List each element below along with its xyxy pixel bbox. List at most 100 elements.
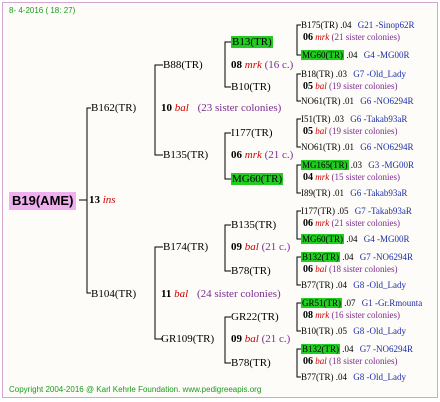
root-queen[interactable]: B19(AME)	[9, 192, 77, 210]
gen4-entry[interactable]: MG60(TR) .04 G4 -MG00R	[301, 49, 410, 61]
gen4-entry[interactable]: B10(TR) .05 G8 -Old_Lady	[301, 325, 406, 337]
gen4-sister-info: 06 bal (18 sister colonies)	[303, 355, 398, 368]
gen2-info: 09 bal (21 c.)	[231, 241, 290, 253]
gen4-sister-info: 05 bal (19 sister colonies)	[303, 80, 398, 93]
gen4-entry[interactable]: I89(TR) .01 G6 -Takab93aR	[301, 187, 407, 199]
gen4-name: NO61(TR)	[301, 96, 341, 106]
gen4-sister-info: 06 mrk (21 sister colonies)	[303, 31, 400, 44]
gen4-year: .04	[346, 234, 358, 244]
gen3-name[interactable]: GR22(TR)	[231, 311, 279, 323]
gen4-year: .01	[342, 96, 354, 106]
gen4-line: G8 -Old_Lady	[353, 372, 406, 382]
gen4-line: G6 -NO6294R	[360, 142, 414, 152]
pedigree-canvas: 8- 4-2016 ( 18: 27) B19(AME) 13 ins B162…	[2, 2, 438, 398]
gen4-number: 05	[303, 126, 313, 137]
gen3-name[interactable]: B10(TR)	[231, 81, 271, 93]
gen4-entry[interactable]: B18(TR) .03 G7 -Old_Lady	[301, 68, 406, 80]
gen2-info: 08 mrk (16 c.)	[231, 59, 293, 71]
gen4-entry[interactable]: I51(TR) .03 G6 -Takab93aR	[301, 113, 407, 125]
gen2-sisters: (21 c.)	[261, 333, 291, 345]
gen1-type: bal	[174, 102, 189, 114]
gen4-line: G21 -Sinop62R	[357, 20, 415, 30]
root-number: 13	[89, 194, 100, 206]
gen3-name[interactable]: B78(TR)	[231, 357, 271, 369]
gen2-sisters: (21 c.)	[264, 149, 294, 161]
gen4-entry[interactable]: B77(TR) .04 G8 -Old_Lady	[301, 371, 406, 383]
gen4-name: B132(TR)	[301, 252, 340, 262]
gen4-entry[interactable]: B175(TR) .04 G21 -Sinop62R	[301, 19, 415, 31]
gen4-line: G7 -NO6294R	[359, 252, 413, 262]
gen3-name[interactable]: B13(TR)	[231, 36, 273, 48]
gen2-type: mrk	[244, 149, 262, 161]
gen4-sister-info: 08 mrk (16 sister colonies)	[303, 309, 400, 322]
gen4-number: 04	[303, 172, 313, 183]
gen4-line: G7 -Old_Lady	[353, 69, 406, 79]
gen4-line: G3 -MG00R	[368, 160, 415, 170]
gen4-name: B77(TR)	[301, 372, 334, 382]
gen4-line: G8 -Old_Lady	[353, 280, 406, 290]
gen4-entry[interactable]: MG165(TR) .03 G3 -MG00R	[301, 159, 414, 171]
gen4-name: GR51(TR)	[301, 298, 342, 308]
gen4-sister-info: 04 mrk (15 sister colonies)	[303, 171, 400, 184]
root-info: 13 ins	[89, 194, 116, 206]
gen4-number: 05	[303, 81, 313, 92]
gen4-line: G6 -NO6294R	[360, 96, 414, 106]
gen3-name[interactable]: MG60(TR)	[231, 173, 284, 185]
gen4-year: .07	[344, 298, 356, 308]
gen4-sisters: (18 sister colonies)	[329, 264, 398, 274]
gen4-type: mrk	[315, 218, 330, 228]
gen4-entry[interactable]: MG60(TR) .04 G4 -MG00R	[301, 233, 410, 245]
gen4-year: .05	[337, 206, 349, 216]
gen4-entry[interactable]: NO61(TR) .01 G6 -NO6294R	[301, 141, 414, 153]
gen4-sisters: (19 sister colonies)	[329, 81, 398, 91]
gen4-entry[interactable]: B77(TR) .04 G8 -Old_Lady	[301, 279, 406, 291]
gen4-name: B18(TR)	[301, 69, 334, 79]
gen1-number: 10	[161, 102, 172, 114]
gen4-entry[interactable]: B132(TR) .04 G7 -NO6294R	[301, 343, 413, 355]
gen3-name[interactable]: B135(TR)	[231, 219, 276, 231]
gen4-entry[interactable]: B132(TR) .04 G7 -NO6294R	[301, 251, 413, 263]
gen2-name[interactable]: B135(TR)	[163, 149, 208, 161]
gen4-name: B175(TR)	[301, 20, 338, 30]
gen4-year: .04	[346, 50, 358, 60]
gen2-name[interactable]: B174(TR)	[163, 241, 208, 253]
gen4-entry[interactable]: I177(TR) .05 G7 -Takab93aR	[301, 205, 412, 217]
root-type: ins	[102, 194, 116, 206]
gen4-sisters: (19 sister colonies)	[329, 126, 398, 136]
gen4-number: 08	[303, 310, 313, 321]
gen4-name: B10(TR)	[301, 326, 334, 336]
gen4-type: bal	[315, 81, 327, 91]
gen2-name[interactable]: GR109(TR)	[161, 333, 214, 345]
gen4-line: G7 -NO6294R	[359, 344, 413, 354]
gen4-name: I177(TR)	[301, 206, 335, 216]
copyright-footer: Copyright 2004-2016 @ Karl Kehrle Founda…	[9, 385, 262, 394]
gen2-number: 09	[231, 333, 242, 345]
gen2-sisters: (16 c.)	[264, 59, 294, 71]
gen4-sisters: (16 sister colonies)	[331, 310, 400, 320]
gen1-name[interactable]: B162(TR)	[91, 102, 136, 114]
gen4-name: I89(TR)	[301, 188, 331, 198]
gen3-name[interactable]: I177(TR)	[231, 127, 273, 139]
gen4-year: .03	[350, 160, 362, 170]
gen4-type: bal	[315, 264, 327, 274]
gen4-name: I51(TR)	[301, 114, 331, 124]
gen1-sisters: (24 sister colonies)	[196, 288, 281, 300]
gen2-sisters: (21 c.)	[261, 241, 291, 253]
gen3-name[interactable]: B78(TR)	[231, 265, 271, 277]
gen4-entry[interactable]: NO61(TR) .01 G6 -NO6294R	[301, 95, 414, 107]
gen4-year: .04	[340, 20, 352, 30]
gen2-type: mrk	[244, 59, 262, 71]
gen4-name: B132(TR)	[301, 344, 340, 354]
gen2-number: 08	[231, 59, 242, 71]
gen2-name[interactable]: B88(TR)	[163, 59, 203, 71]
gen4-year: .03	[332, 114, 344, 124]
gen4-sister-info: 06 bal (18 sister colonies)	[303, 263, 398, 276]
gen4-year: .03	[335, 69, 347, 79]
gen1-type: bal	[174, 288, 189, 300]
gen4-entry[interactable]: GR51(TR) .07 G1 -Gr.Rmounta	[301, 297, 422, 309]
gen4-line: G6 -Takab93aR	[350, 188, 408, 198]
gen1-name[interactable]: B104(TR)	[91, 288, 136, 300]
gen4-name: B77(TR)	[301, 280, 334, 290]
gen4-year: .05	[335, 326, 347, 336]
gen4-sisters: (21 sister colonies)	[331, 218, 400, 228]
